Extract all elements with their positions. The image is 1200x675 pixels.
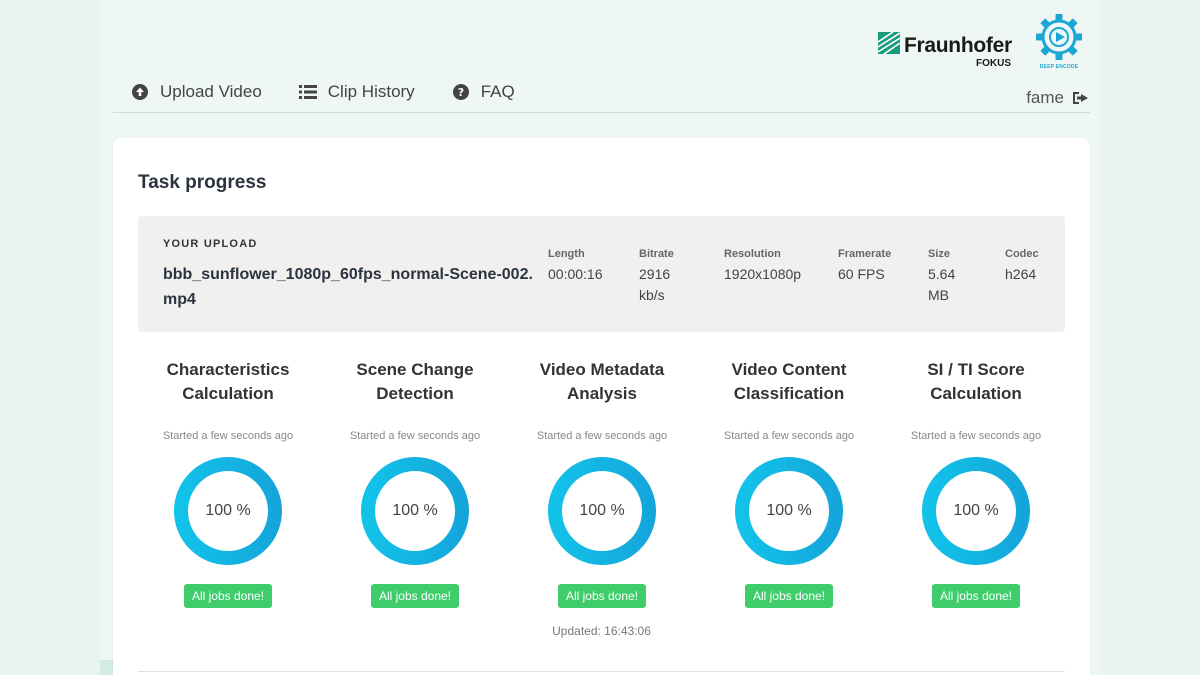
meta-size: Size 5.64 MB <box>928 248 976 306</box>
meta-value: 2916 kb/s <box>639 266 671 303</box>
nav-faq[interactable]: ? FAQ <box>451 82 515 102</box>
progress-ring: 100 % <box>360 456 470 566</box>
fraunhofer-name: Fraunhofer <box>904 34 1012 57</box>
meta-value: 5.64 MB <box>928 266 956 303</box>
meta-label: Size <box>928 248 951 260</box>
task-started: Started a few seconds ago <box>910 430 1042 442</box>
upload-filename: bbb_sunflower_1080p_60fps_normal-Scene-0… <box>163 266 533 308</box>
meta-framerate: Framerate 60 FPS <box>838 248 918 285</box>
username[interactable]: fame <box>1026 88 1064 108</box>
task-title: Scene Change Detection <box>356 360 474 403</box>
progress-ring: 100 % <box>734 456 844 566</box>
status-badge: All jobs done! <box>370 584 460 608</box>
meta-value: 00:00:16 <box>548 266 603 282</box>
fraunhofer-mark-icon <box>878 32 900 54</box>
meta-value: h264 <box>1005 266 1037 282</box>
logout-icon[interactable] <box>1072 90 1090 106</box>
upload-icon <box>130 82 150 102</box>
card-divider <box>138 671 1065 672</box>
meta-bitrate: Bitrate 2916 kb/s <box>639 248 699 306</box>
list-icon <box>298 82 318 102</box>
card-title: Task progress <box>138 172 267 193</box>
task-si-ti-score: SI / TI Score Calculation Started a few … <box>886 358 1066 608</box>
meta-label: Codec <box>1005 248 1039 260</box>
question-icon: ? <box>451 82 471 102</box>
task-metadata: Video Metadata Analysis Started a few se… <box>512 358 692 608</box>
task-list: Characteristics Calculation Started a fe… <box>138 358 1073 648</box>
task-title: Video Content Classification <box>731 360 847 403</box>
task-started: Started a few seconds ago <box>349 430 481 442</box>
meta-value: 1920x1080p <box>724 266 802 282</box>
task-title: SI / TI Score Calculation <box>927 360 1025 403</box>
nav-faq-label: FAQ <box>480 82 515 101</box>
progress-percent: 100 % <box>205 502 251 519</box>
gear-play-icon <box>1036 14 1082 60</box>
progress-percent: 100 % <box>953 502 999 519</box>
meta-label: Resolution <box>724 248 781 260</box>
nav-clip-history-label: Clip History <box>327 82 415 101</box>
task-started: Started a few seconds ago <box>162 430 294 442</box>
header-logos: Fraunhofer FOKUS DEEP ENCODE <box>876 12 1091 72</box>
fraunhofer-subname: FOKUS <box>976 58 1011 69</box>
user-menu: fame <box>1026 88 1090 108</box>
task-started: Started a few seconds ago <box>536 430 668 442</box>
task-progress-card: Task progress YOUR UPLOAD bbb_sunflower_… <box>113 138 1090 675</box>
task-title: Video Metadata Analysis <box>539 360 665 403</box>
meta-label: Length <box>548 248 585 260</box>
meta-resolution: Resolution 1920x1080p <box>724 248 824 285</box>
meta-label: Bitrate <box>639 248 674 260</box>
meta-label: Framerate <box>838 248 892 260</box>
upload-info-box: YOUR UPLOAD bbb_sunflower_1080p_60fps_no… <box>138 216 1065 332</box>
main-nav: Upload Video Clip History ? FAQ <box>130 78 551 106</box>
fraunhofer-logo[interactable]: Fraunhofer FOKUS <box>876 22 1016 69</box>
meta-value: 60 FPS <box>838 266 885 282</box>
task-characteristics: Characteristics Calculation Started a fe… <box>138 358 318 608</box>
nav-divider <box>113 112 1090 113</box>
progress-percent: 100 % <box>766 502 812 519</box>
nav-clip-history[interactable]: Clip History <box>298 82 415 102</box>
updated-timestamp: Updated: 16:43:06 <box>552 624 651 638</box>
deep-encode-logo[interactable]: DEEP ENCODE <box>1032 12 1086 72</box>
task-scene-change: Scene Change Detection Started a few sec… <box>325 358 505 608</box>
progress-ring: 100 % <box>173 456 283 566</box>
task-content-classification: Video Content Classification Started a f… <box>699 358 879 608</box>
meta-length: Length 00:00:16 <box>548 248 628 285</box>
status-badge: All jobs done! <box>744 584 834 608</box>
meta-codec: Codec h264 <box>1005 248 1055 285</box>
upload-label: YOUR UPLOAD <box>163 238 258 250</box>
status-badge: All jobs done! <box>931 584 1021 608</box>
svg-text:?: ? <box>457 86 463 99</box>
task-title: Characteristics Calculation <box>166 360 290 403</box>
progress-ring: 100 % <box>547 456 657 566</box>
nav-upload-video[interactable]: Upload Video <box>130 82 262 102</box>
status-badge: All jobs done! <box>183 584 273 608</box>
progress-percent: 100 % <box>579 502 625 519</box>
nav-upload-video-label: Upload Video <box>160 82 262 101</box>
deep-encode-label: DEEP ENCODE <box>1039 64 1079 70</box>
progress-percent: 100 % <box>392 502 438 519</box>
progress-ring: 100 % <box>921 456 1031 566</box>
status-badge: All jobs done! <box>557 584 647 608</box>
task-started: Started a few seconds ago <box>723 430 855 442</box>
